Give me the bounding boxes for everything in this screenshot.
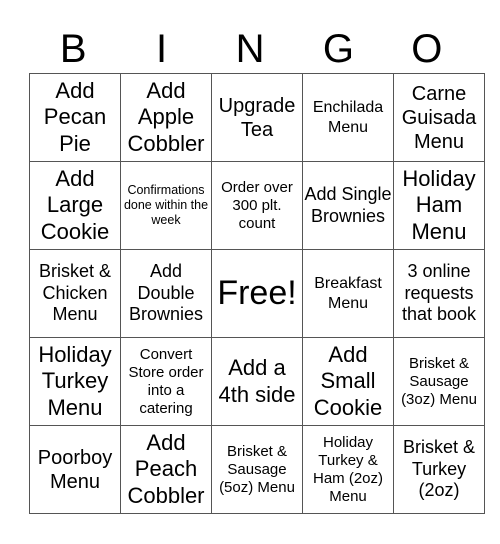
bingo-cell[interactable]: Add Apple Cobbler xyxy=(120,73,212,162)
bingo-row: Holiday Turkey Menu Convert Store order … xyxy=(29,337,485,426)
bingo-cell[interactable]: Convert Store order into a catering xyxy=(120,337,212,426)
bingo-cell[interactable]: 3 online requests that book xyxy=(393,249,485,338)
bingo-cell[interactable]: Add Pecan Pie xyxy=(29,73,121,162)
bingo-cell[interactable]: Add Small Cookie xyxy=(302,337,394,426)
bingo-cell[interactable]: Add Peach Cobbler xyxy=(120,425,212,514)
bingo-cell[interactable]: Breakfast Menu xyxy=(302,249,394,338)
bingo-cell[interactable]: Holiday Turkey Menu xyxy=(29,337,121,426)
header-letter-i: I xyxy=(156,27,168,71)
bingo-cell[interactable]: Holiday Turkey & Ham (2oz) Menu xyxy=(302,425,394,514)
bingo-cell[interactable]: Upgrade Tea xyxy=(211,73,303,162)
bingo-cell[interactable]: Add a 4th side xyxy=(211,337,303,426)
header-letter-n: N xyxy=(235,27,265,71)
bingo-cell[interactable]: Brisket & Turkey (2oz) xyxy=(393,425,485,514)
header-letter-o: O xyxy=(411,27,443,71)
bingo-header: B I N G O xyxy=(29,25,471,73)
bingo-row: Add Large Cookie Confirmations done with… xyxy=(29,161,485,250)
bingo-row: Poorboy Menu Add Peach Cobbler Brisket &… xyxy=(29,425,485,514)
bingo-cell[interactable]: Poorboy Menu xyxy=(29,425,121,514)
bingo-row: Brisket & Chicken Menu Add Double Browni… xyxy=(29,249,485,338)
free-space[interactable]: Free! xyxy=(211,249,303,338)
bingo-cell[interactable]: Holiday Ham Menu xyxy=(393,161,485,250)
bingo-cell[interactable]: Add Single Brownies xyxy=(302,161,394,250)
bingo-cell[interactable]: Brisket & Sausage (3oz) Menu xyxy=(393,337,485,426)
bingo-row: Add Pecan Pie Add Apple Cobbler Upgrade … xyxy=(29,73,485,162)
header-letter-b: B xyxy=(59,27,87,71)
bingo-cell[interactable]: Brisket & Sausage (5oz) Menu xyxy=(211,425,303,514)
bingo-cell[interactable]: Confirmations done within the week xyxy=(120,161,212,250)
bingo-cell[interactable]: Enchilada Menu xyxy=(302,73,394,162)
bingo-cell[interactable]: Carne Guisada Menu xyxy=(393,73,485,162)
bingo-card: Add Pecan Pie Add Apple Cobbler Upgrade … xyxy=(29,73,485,514)
bingo-cell[interactable]: Brisket & Chicken Menu xyxy=(29,249,121,338)
bingo-cell[interactable]: Order over 300 plt. count xyxy=(211,161,303,250)
bingo-cell[interactable]: Add Double Brownies xyxy=(120,249,212,338)
header-letter-g: G xyxy=(322,27,354,71)
bingo-cell[interactable]: Add Large Cookie xyxy=(29,161,121,250)
